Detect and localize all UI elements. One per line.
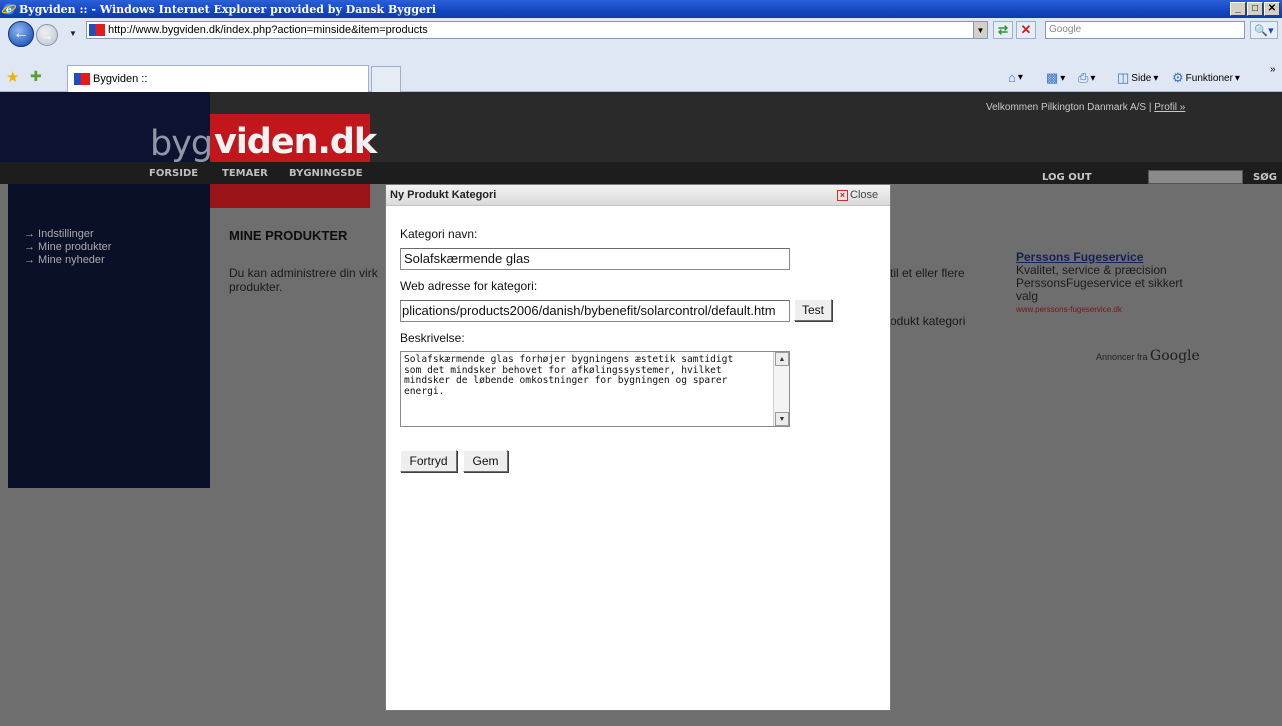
feeds-button[interactable]: ▩ ▾ [1046, 70, 1065, 86]
save-button[interactable]: Gem [463, 450, 508, 472]
sidebar-item-mine-nyheder[interactable]: → Mine nyheder [24, 254, 105, 266]
rss-icon: ▩ [1046, 70, 1059, 85]
content-text: Du kan administrere din virk produkter. [229, 266, 378, 294]
page-title: MINE PRODUKTER [229, 228, 348, 243]
back-button[interactable]: ← [8, 21, 34, 47]
refresh-button[interactable]: ⇄ [993, 21, 1013, 39]
site-search-input[interactable] [1148, 170, 1243, 184]
history-dropdown-icon[interactable]: ▼ [69, 29, 77, 38]
new-tab-button[interactable] [371, 66, 401, 92]
description-text: Solafskærmende glas forhøjer bygningens … [404, 354, 734, 397]
new-category-dialog: Ny Produkt Kategori × Close Kategori nav… [385, 184, 891, 711]
close-label: Close [850, 189, 879, 201]
scroll-down-icon[interactable]: ▼ [775, 412, 789, 426]
ad-line: Kvalitet, service & præcision [1016, 263, 1167, 277]
web-page: byg viden.dk Velkommen Pilkington Danmar… [0, 92, 1282, 726]
address-input[interactable]: http://www.bygviden.dk/index.php?action=… [86, 21, 988, 39]
arrow-left-icon: ← [13, 25, 29, 42]
nav-forside[interactable]: FORSIDE [149, 168, 198, 179]
site-favicon-icon [89, 24, 105, 36]
add-category-link[interactable]: odukt kategori [890, 314, 965, 328]
address-toolbar: ← → ▼ http://www.bygviden.dk/index.php?a… [0, 18, 1282, 62]
print-button[interactable]: ⎙ ▾ [1078, 70, 1095, 86]
dialog-header: Ny Produkt Kategori × Close [386, 185, 890, 206]
ad-line: PerssonsFugeservice et sikkert [1016, 276, 1183, 290]
stop-icon: ✕ [1020, 22, 1032, 37]
add-favorite-icon[interactable]: ✚ [30, 68, 42, 85]
favorites-star-icon[interactable]: ★ [6, 68, 19, 86]
site-logo-byg[interactable]: byg [150, 124, 213, 164]
ads-by-google[interactable]: Annoncer fra Google [1096, 348, 1200, 364]
site-logo-viden[interactable]: viden.dk [214, 122, 377, 162]
dialog-title: Ny Produkt Kategori [390, 189, 497, 201]
site-header: byg viden.dk Velkommen Pilkington Danmar… [0, 92, 1282, 184]
funktioner-label: Funktioner [1185, 72, 1233, 84]
test-url-button[interactable]: Test [794, 299, 832, 321]
cancel-button[interactable]: Fortryd [400, 450, 457, 472]
nav-temaer[interactable]: TEMAER [222, 168, 268, 179]
nav-bygningsdele[interactable]: BYGNINGSDE [289, 168, 363, 179]
welcome-text: Velkommen Pilkington Danmark A/S | Profi… [986, 102, 1186, 113]
scroll-up-icon[interactable]: ▲ [775, 352, 789, 366]
svg-text:e: e [6, 6, 12, 16]
ad-column: Perssons Fugeservice Kvalitet, service &… [985, 242, 1282, 442]
tools-menu-button[interactable]: ⚙ Funktioner ▾ [1172, 70, 1240, 86]
ad-line: valg [1016, 289, 1039, 303]
red-strip [210, 184, 370, 208]
page-menu-button[interactable]: ◫ Side ▾ [1117, 70, 1158, 86]
window-titlebar: e Bygviden :: - Windows Internet Explore… [0, 0, 1282, 18]
category-name-label: Kategori navn: [400, 227, 478, 241]
close-window-button[interactable]: ✕ [1264, 2, 1280, 16]
sidebar-item-mine-produkter[interactable]: → Mine produkter [24, 241, 111, 253]
tab-bygviden[interactable]: Bygviden :: [67, 65, 369, 92]
minimize-button[interactable]: _ [1230, 2, 1246, 16]
window-title: Bygviden :: - Windows Internet Explorer … [19, 2, 437, 16]
tab-title: Bygviden :: [93, 73, 148, 85]
side-label: Side [1131, 72, 1152, 84]
home-icon: ⌂ [1008, 70, 1016, 85]
search-input[interactable]: Google [1045, 21, 1245, 39]
sidebar: → Indstillinger → Mine produkter → Mine … [8, 184, 210, 488]
description-label: Beskrivelse: [400, 331, 465, 345]
logout-link[interactable]: LOG OUT [1042, 172, 1092, 183]
search-button[interactable]: 🔍▾ [1250, 21, 1278, 39]
content-text-right: til et eller flere [890, 266, 965, 280]
refresh-icon: ⇄ [997, 23, 1009, 37]
arrow-right-icon: → [40, 27, 54, 43]
ad-title-link[interactable]: Perssons Fugeservice [1016, 250, 1143, 264]
ad-url[interactable]: www.perssons-fugeservice.dk [1016, 305, 1122, 314]
stop-button[interactable]: ✕ [1016, 21, 1036, 39]
tab-favicon-icon [74, 73, 90, 85]
site-search-button[interactable]: SØG [1253, 172, 1277, 183]
magnifier-icon: 🔍▾ [1254, 24, 1274, 37]
category-url-input[interactable]: plications/products2006/danish/bybenefit… [400, 300, 790, 322]
toolbar-overflow-icon[interactable]: » [1270, 64, 1276, 75]
ie-logo-icon: e [2, 3, 16, 16]
dialog-close-button[interactable]: × Close [837, 189, 878, 201]
print-icon: ⎙ [1078, 70, 1089, 85]
category-url-label: Web adresse for kategori: [400, 279, 538, 293]
gear-icon: ⚙ [1172, 70, 1184, 85]
home-button[interactable]: ⌂ ▾ [1008, 70, 1023, 85]
favorites-bar: ★ ✚ Bygviden :: ⌂ ▾ ▩ ▾ ⎙ ▾ ◫ Side ▾ ⚙ Funktio… [0, 62, 1282, 92]
description-textarea[interactable]: Solafskærmende glas forhøjer bygningens … [400, 351, 790, 427]
close-icon: × [837, 189, 848, 201]
address-url: http://www.bygviden.dk/index.php?action=… [108, 24, 428, 36]
address-dropdown-icon[interactable]: ▼ [973, 22, 987, 38]
textarea-scrollbar[interactable]: ▲ ▼ [773, 352, 789, 426]
category-name-input[interactable]: Solafskærmende glas [400, 248, 790, 270]
page-icon: ◫ [1117, 70, 1130, 85]
forward-button[interactable]: → [36, 24, 58, 46]
profile-link[interactable]: Profil » [1154, 102, 1185, 113]
maximize-button[interactable]: □ [1247, 2, 1263, 16]
sidebar-item-indstillinger[interactable]: → Indstillinger [24, 228, 94, 240]
